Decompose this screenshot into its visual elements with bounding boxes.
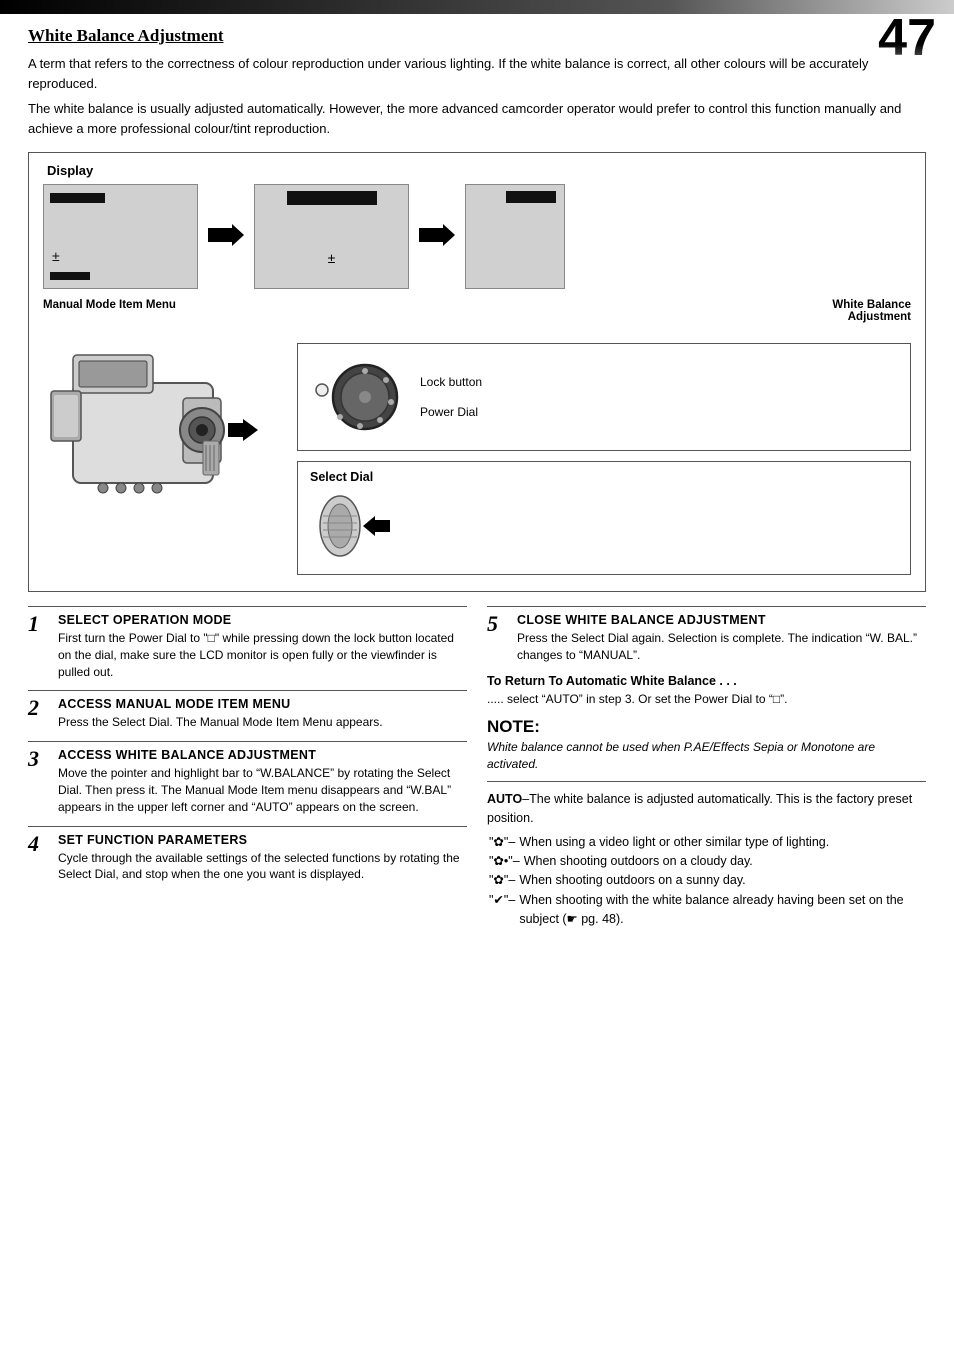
balance-text-2: When shooting outdoors on a cloudy day. (524, 852, 753, 871)
balance-text-4: When shooting with the white balance alr… (519, 891, 926, 930)
step-5-content: CLOSE WHITE BALANCE ADJUSTMENT Press the… (517, 613, 926, 664)
lock-button-label: Lock button (420, 375, 482, 389)
arrow-1 (208, 224, 244, 249)
step-3-number: 3 (28, 748, 50, 815)
screen-1: ± (43, 184, 198, 289)
camcorder-svg (43, 333, 273, 523)
balance-item-1: "✿"– When using a video light or other s… (489, 833, 926, 852)
step-3-block: 3 ACCESS WHITE BALANCE ADJUSTMENT Move t… (28, 741, 467, 815)
step-2-heading: ACCESS MANUAL MODE ITEM MENU (58, 697, 383, 711)
dial-diagrams: Lock button Power Dial Select Dial (297, 333, 911, 575)
step-4-heading: SET FUNCTION PARAMETERS (58, 833, 467, 847)
step-2-text: Press the Select Dial. The Manual Mode I… (58, 714, 383, 731)
screen-label-right: White Balance Adjustment (771, 299, 911, 323)
step-5-number: 5 (487, 613, 509, 664)
balance-item-3: "✿"– When shooting outdoors on a sunny d… (489, 871, 926, 890)
intro-para-2: The white balance is usually adjusted au… (28, 99, 926, 138)
screen-3 (465, 184, 565, 289)
step-5-block: 5 CLOSE WHITE BALANCE ADJUSTMENT Press t… (487, 606, 926, 664)
return-text: ..... select “AUTO” in step 3. Or set th… (487, 691, 926, 708)
screen-label-left: Manual Mode Item Menu (43, 299, 213, 311)
steps-left: 1 SELECT OPERATION MODE First turn the P… (28, 606, 467, 930)
note-text: White balance cannot be used when P.AE/E… (487, 739, 926, 773)
step-1-number: 1 (28, 613, 50, 680)
power-dial-label-line: Power Dial (420, 405, 482, 419)
balance-symbol-1: "✿"– (489, 833, 515, 852)
return-heading: To Return To Automatic White Balance . .… (487, 674, 926, 688)
arrow-2 (419, 224, 455, 249)
divider (487, 781, 926, 782)
step-2-number: 2 (28, 697, 50, 731)
note-title: NOTE: (487, 717, 540, 736)
step-4-content: SET FUNCTION PARAMETERS Cycle through th… (58, 833, 467, 884)
balance-symbol-2: "✿•"– (489, 852, 520, 871)
diagram-box: Display ± ± (28, 152, 926, 592)
steps-area: 1 SELECT OPERATION MODE First turn the P… (28, 606, 926, 930)
step-1-content: SELECT OPERATION MODE First turn the Pow… (58, 613, 467, 680)
select-dial-title: Select Dial (310, 470, 898, 484)
step-2-content: ACCESS MANUAL MODE ITEM MENU Press the S… (58, 697, 383, 731)
step-4-number: 4 (28, 833, 50, 884)
step-4-block: 4 SET FUNCTION PARAMETERS Cycle through … (28, 826, 467, 884)
step-1-text: First turn the Power Dial to "□" while p… (58, 630, 467, 680)
steps-right: 5 CLOSE WHITE BALANCE ADJUSTMENT Press t… (487, 606, 926, 930)
step-3-text: Move the pointer and highlight bar to “W… (58, 765, 467, 815)
step-3-content: ACCESS WHITE BALANCE ADJUSTMENT Move the… (58, 748, 467, 815)
display-row: ± ± (43, 184, 911, 289)
balance-text-3: When shooting outdoors on a sunny day. (519, 871, 745, 890)
display-label: Display (47, 163, 911, 178)
s2-top-bar (287, 191, 377, 205)
balance-text-1: When using a video light or other simila… (519, 833, 829, 852)
screen-labels: Manual Mode Item Menu White Balance Adju… (43, 299, 911, 323)
intro-para-1: A term that refers to the correctness of… (28, 54, 926, 93)
balance-symbol-3: "✿"– (489, 871, 515, 890)
auto-label: AUTO (487, 792, 522, 806)
step-5-text: Press the Select Dial again. Selection i… (517, 630, 926, 664)
auto-balance-section: AUTO–The white balance is adjusted autom… (487, 790, 926, 930)
page-number: 47 (878, 8, 936, 68)
power-dial-svg (310, 352, 400, 442)
balance-item-2: "✿•"– When shooting outdoors on a cloudy… (489, 852, 926, 871)
power-dial-content: Lock button Power Dial (310, 352, 898, 442)
step-1-block: 1 SELECT OPERATION MODE First turn the P… (28, 606, 467, 680)
return-to-awb-section: To Return To Automatic White Balance . .… (487, 674, 926, 708)
camcorder-svg-area (43, 333, 283, 526)
step-2-block: 2 ACCESS MANUAL MODE ITEM MENU Press the… (28, 690, 467, 731)
s1-plus: ± (52, 248, 60, 264)
top-bar (0, 0, 954, 14)
s1-top-bar (50, 193, 105, 203)
step-4-text: Cycle through the available settings of … (58, 850, 467, 884)
select-dial-svg (310, 488, 410, 563)
balance-item-4: "✔"– When shooting with the white balanc… (489, 891, 926, 930)
page-title: White Balance Adjustment (28, 26, 926, 46)
power-dial-label: Power Dial (420, 405, 478, 419)
screen-2: ± (254, 184, 409, 289)
lock-button-label-line: Lock button (420, 375, 482, 389)
dial-labels: Lock button Power Dial (420, 375, 482, 419)
step-1-heading: SELECT OPERATION MODE (58, 613, 467, 627)
cam-diagram-row: Lock button Power Dial Select Dial (43, 333, 911, 575)
s1-bottom-bar (50, 272, 90, 280)
select-dial-box: Select Dial (297, 461, 911, 575)
step-3-heading: ACCESS WHITE BALANCE ADJUSTMENT (58, 748, 467, 762)
note-section: NOTE: White balance cannot be used when … (487, 717, 926, 773)
auto-text: AUTO–The white balance is adjusted autom… (487, 790, 926, 829)
s2-plus: ± (328, 250, 336, 266)
step-5-heading: CLOSE WHITE BALANCE ADJUSTMENT (517, 613, 926, 627)
auto-dash: –The white balance is adjusted automatic… (487, 792, 912, 825)
s3-top-bar (506, 191, 556, 203)
balance-items: "✿"– When using a video light or other s… (487, 833, 926, 930)
balance-symbol-4: "✔"– (489, 891, 515, 910)
power-dial-box: Lock button Power Dial (297, 343, 911, 451)
